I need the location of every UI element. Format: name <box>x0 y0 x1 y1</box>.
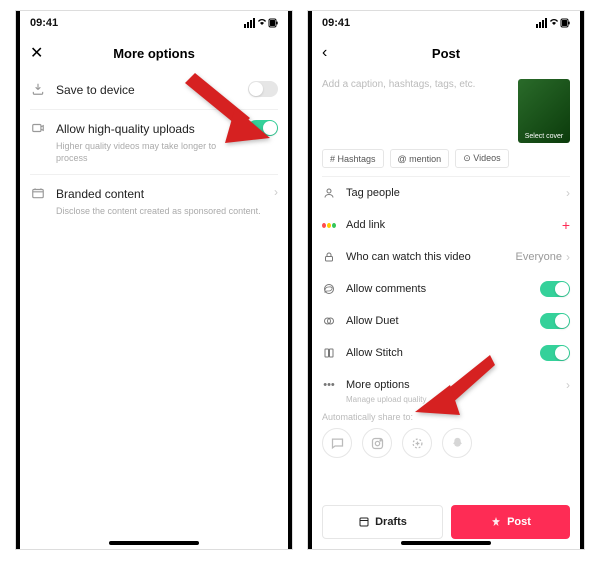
link-label: Add link <box>346 219 552 231</box>
duet-label: Allow Duet <box>346 315 530 327</box>
back-icon[interactable]: ‹ <box>322 44 327 62</box>
status-bar: 09:41 <box>16 11 292 35</box>
more-label: More options <box>346 379 556 391</box>
more-icon: ••• <box>322 378 336 392</box>
cover-thumbnail[interactable]: Select cover <box>518 79 570 143</box>
caption-field[interactable]: Add a caption, hashtags, tags, etc. <box>322 79 510 143</box>
cover-label: Select cover <box>525 133 564 143</box>
video-quality-icon <box>30 120 46 136</box>
home-indicator <box>109 541 199 545</box>
hq-sub: Higher quality videos may take longer to… <box>56 140 238 164</box>
row-add-link[interactable]: Add link + <box>322 209 570 241</box>
row-allow-duet[interactable]: Allow Duet <box>322 305 570 337</box>
row-allow-stitch[interactable]: Allow Stitch <box>322 337 570 369</box>
row-allow-comments[interactable]: Allow comments <box>322 273 570 305</box>
lock-icon <box>322 250 336 264</box>
share-instagram-icon[interactable] <box>362 428 392 458</box>
page-title: Post <box>432 46 460 61</box>
close-icon[interactable]: ✕ <box>30 43 43 63</box>
tag-label: Tag people <box>346 187 556 199</box>
chip-videos[interactable]: ⊙ Videos <box>455 149 508 168</box>
drafts-label: Drafts <box>375 516 407 528</box>
chevron-right-icon: › <box>274 185 278 199</box>
stitch-icon <box>322 346 336 360</box>
share-row <box>322 428 570 458</box>
link-icon <box>322 218 336 232</box>
who-value: Everyone <box>516 251 562 263</box>
row-tag-people[interactable]: Tag people › <box>322 177 570 209</box>
hq-toggle[interactable] <box>248 120 278 136</box>
status-icons <box>536 18 570 28</box>
post-button[interactable]: Post <box>451 505 570 539</box>
download-icon <box>30 81 46 97</box>
save-toggle[interactable] <box>248 81 278 97</box>
branded-icon <box>30 185 46 201</box>
chip-mention[interactable]: @ mention <box>390 149 450 168</box>
status-time: 09:41 <box>322 17 350 29</box>
stitch-label: Allow Stitch <box>346 347 530 359</box>
navbar: ‹ Post <box>308 35 584 71</box>
post-label: Post <box>507 516 531 528</box>
device-frame <box>288 11 292 550</box>
share-snapchat-icon[interactable] <box>442 428 472 458</box>
device-frame <box>16 11 20 550</box>
more-sub: Manage upload quality <box>346 395 570 404</box>
chevron-right-icon: › <box>566 186 570 200</box>
status-icons <box>244 18 278 28</box>
device-frame <box>308 11 312 550</box>
comments-toggle[interactable] <box>540 281 570 297</box>
status-time: 09:41 <box>30 17 58 29</box>
comment-icon <box>322 282 336 296</box>
share-label: Automatically share to: <box>322 412 570 422</box>
row-hq-uploads[interactable]: Allow high-quality uploads Higher qualit… <box>30 110 278 174</box>
share-target-icon[interactable] <box>402 428 432 458</box>
hq-label: Allow high-quality uploads <box>56 120 238 138</box>
plus-icon: + <box>562 217 570 233</box>
home-indicator <box>401 541 491 545</box>
duet-icon <box>322 314 336 328</box>
person-icon <box>322 186 336 200</box>
chevron-right-icon: › <box>566 250 570 264</box>
comments-label: Allow comments <box>346 283 530 295</box>
screen-post: 09:41 ‹ Post Add a caption, hashtags, ta… <box>307 10 585 550</box>
row-who-can-watch[interactable]: Who can watch this video Everyone › <box>322 241 570 273</box>
stitch-toggle[interactable] <box>540 345 570 361</box>
chevron-right-icon: › <box>566 378 570 392</box>
row-save-to-device[interactable]: Save to device <box>30 71 278 109</box>
chips-row: # Hashtags @ mention ⊙ Videos <box>322 149 570 176</box>
navbar: ✕ More options <box>16 35 292 71</box>
page-title: More options <box>113 46 195 61</box>
branded-sub: Disclose the content created as sponsore… <box>56 205 264 217</box>
share-message-icon[interactable] <box>322 428 352 458</box>
caption-area: Add a caption, hashtags, tags, etc. Sele… <box>322 71 570 149</box>
who-label: Who can watch this video <box>346 251 506 263</box>
drafts-button[interactable]: Drafts <box>322 505 443 539</box>
row-branded-content[interactable]: Branded content Disclose the content cre… <box>30 175 278 227</box>
branded-label: Branded content <box>56 185 264 203</box>
chip-hashtags[interactable]: # Hashtags <box>322 149 384 168</box>
duet-toggle[interactable] <box>540 313 570 329</box>
screen-more-options: 09:41 ✕ More options Save to device <box>15 10 293 550</box>
status-bar: 09:41 <box>308 11 584 35</box>
save-label: Save to device <box>56 81 238 99</box>
device-frame <box>580 11 584 550</box>
